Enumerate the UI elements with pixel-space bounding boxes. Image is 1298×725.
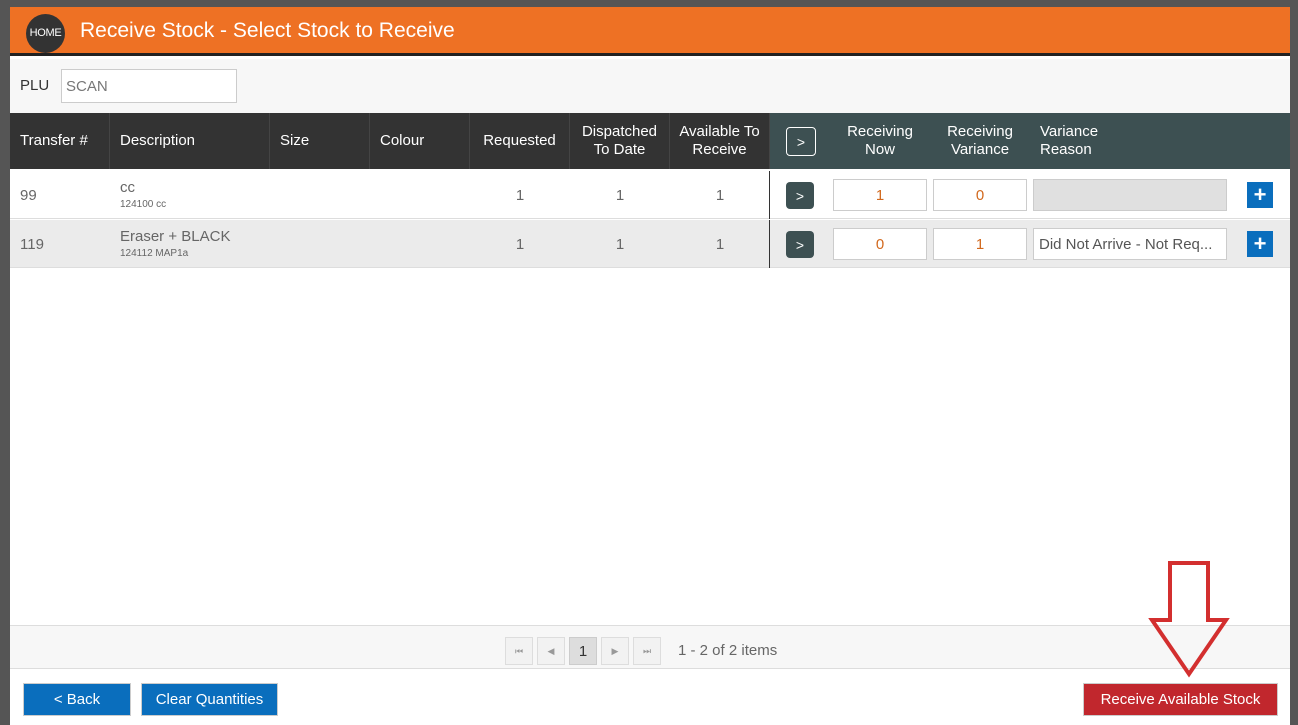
col-transfer[interactable]: Transfer # xyxy=(10,113,110,169)
receiving-variance-input[interactable]: 0 xyxy=(933,179,1027,211)
receiving-now-input[interactable]: 1 xyxy=(833,179,927,211)
add-button[interactable]: + xyxy=(1247,231,1273,257)
row-fill-button[interactable]: > xyxy=(786,231,814,258)
table-row: 99 cc 124100 cc 1 1 1 > 1 0 + xyxy=(10,171,1290,219)
table-row: 119 Eraser + BLACK 124112 MAP1a 1 1 1 > … xyxy=(10,220,1290,268)
last-page-icon[interactable]: ⏭ xyxy=(633,637,661,665)
variance-reason-select[interactable] xyxy=(1033,179,1227,211)
col-requested[interactable]: Requested xyxy=(470,113,570,169)
dispatched-value: 1 xyxy=(615,186,625,204)
description-text: cc xyxy=(120,179,135,196)
down-arrow-annotation-icon xyxy=(1148,561,1230,678)
transfer-number: 119 xyxy=(20,235,44,253)
plu-label: PLU xyxy=(20,77,50,94)
receiving-variance-input[interactable]: 1 xyxy=(933,228,1027,260)
plu-scan-input[interactable] xyxy=(61,69,237,103)
expand-all-button[interactable]: > xyxy=(786,127,816,156)
receiving-now-input[interactable]: 0 xyxy=(833,228,927,260)
footer: < Back Clear Quantities Receive Availabl… xyxy=(10,669,1290,725)
requested-value: 1 xyxy=(515,186,525,204)
column-divider xyxy=(769,220,770,268)
description-cell: cc 124100 cc xyxy=(120,179,166,210)
transfer-number: 99 xyxy=(20,186,37,204)
page-title: Receive Stock - Select Stock to Receive xyxy=(80,19,455,42)
clear-quantities-button[interactable]: Clear Quantities xyxy=(141,683,278,716)
description-code: 124100 cc xyxy=(120,199,167,210)
pager: ⏮ ◀ 1 ▶ ⏭ 1 - 2 of 2 items xyxy=(10,625,1290,669)
description-text: Eraser + BLACK xyxy=(120,228,231,245)
available-value: 1 xyxy=(715,186,725,204)
col-receiving-now: Receiving Now xyxy=(847,123,913,158)
col-colour[interactable]: Colour xyxy=(370,113,470,169)
col-dispatched[interactable]: Dispatched To Date xyxy=(570,113,670,169)
column-divider xyxy=(769,171,770,219)
prev-page-icon[interactable]: ◀ xyxy=(537,637,565,665)
row-fill-button[interactable]: > xyxy=(786,182,814,209)
plu-bar: PLU xyxy=(10,59,1290,113)
back-button[interactable]: < Back xyxy=(23,683,131,716)
col-variance-reason: Variance Reason xyxy=(1040,123,1099,158)
receive-available-stock-button[interactable]: Receive Available Stock xyxy=(1083,683,1278,716)
app-frame: HOME Receive Stock - Select Stock to Rec… xyxy=(10,7,1290,725)
top-bar: HOME Receive Stock - Select Stock to Rec… xyxy=(10,7,1290,56)
pager-info: 1 - 2 of 2 items xyxy=(678,642,778,659)
col-receiving-variance: Receiving Variance xyxy=(947,123,1013,158)
description-code: 124112 MAP1a xyxy=(120,248,189,259)
variance-reason-select[interactable]: Did Not Arrive - Not Req... xyxy=(1033,228,1227,260)
current-page[interactable]: 1 xyxy=(569,637,597,665)
col-description[interactable]: Description xyxy=(110,113,270,169)
dispatched-value: 1 xyxy=(615,235,625,253)
col-size[interactable]: Size xyxy=(270,113,370,169)
description-cell: Eraser + BLACK 124112 MAP1a xyxy=(120,228,230,259)
home-button[interactable]: HOME xyxy=(26,14,65,53)
requested-value: 1 xyxy=(515,235,525,253)
col-available[interactable]: Available To Receive xyxy=(670,113,770,169)
add-button[interactable]: + xyxy=(1247,182,1273,208)
available-value: 1 xyxy=(715,235,725,253)
first-page-icon[interactable]: ⏮ xyxy=(505,637,533,665)
grid-header: Transfer # Description Size Colour Reque… xyxy=(10,113,1290,169)
next-page-icon[interactable]: ▶ xyxy=(601,637,629,665)
